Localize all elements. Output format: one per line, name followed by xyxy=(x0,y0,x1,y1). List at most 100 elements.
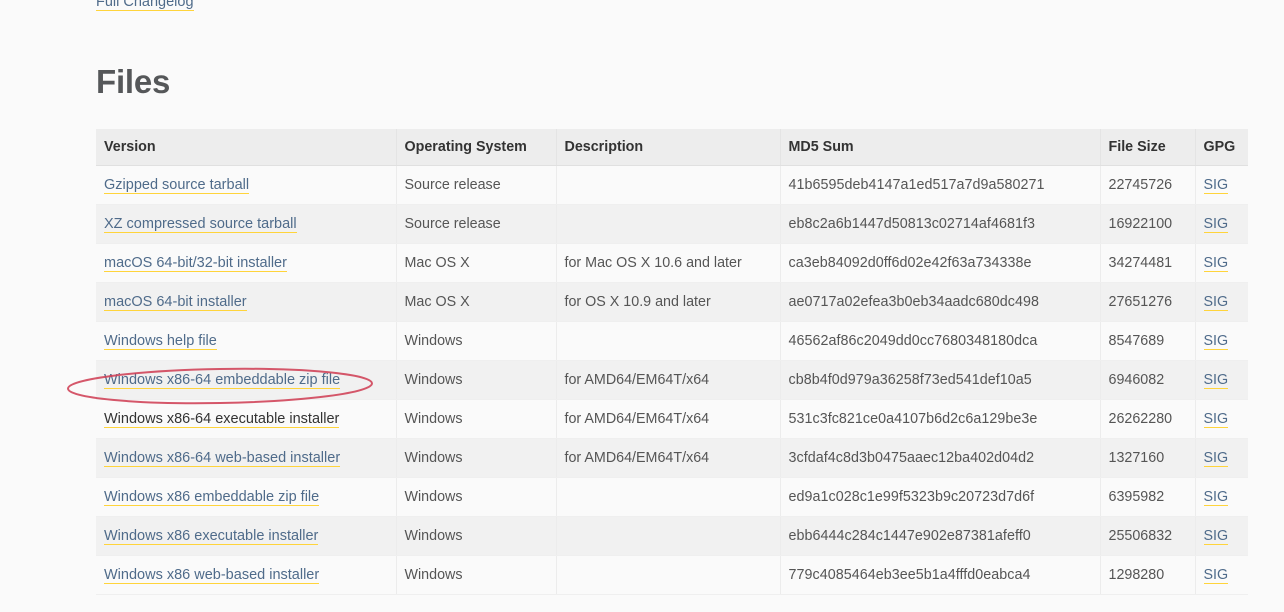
version-download-link[interactable]: macOS 64-bit/32-bit installer xyxy=(104,255,287,272)
cell-description xyxy=(556,555,781,595)
cell-description: for OS X 10.9 and later xyxy=(556,282,781,322)
column-header-operating-system: Operating System xyxy=(396,129,557,166)
cell-description: for AMD64/EM64T/x64 xyxy=(556,360,781,400)
cell-md5-sum: 3cfdaf4c8d3b0475aaec12ba402d04d2 xyxy=(780,438,1101,478)
cell-version: Gzipped source tarball xyxy=(96,165,397,205)
cell-version: Windows x86 embeddable zip file xyxy=(96,477,397,517)
table-row: macOS 64-bit/32-bit installer Mac OS Xfor… xyxy=(96,243,1248,283)
cell-gpg: SIG xyxy=(1195,204,1248,244)
gpg-sig-link[interactable]: SIG xyxy=(1203,528,1229,545)
gpg-sig-link[interactable]: SIG xyxy=(1203,216,1229,233)
version-download-link[interactable]: Windows help file xyxy=(104,333,217,350)
cell-md5-sum: ebb6444c284c1447e902e87381afeff0 xyxy=(780,516,1101,556)
cell-gpg: SIG xyxy=(1195,282,1248,322)
cell-md5-sum: 779c4085464eb3ee5b1a4fffd0eabca4 xyxy=(780,555,1101,595)
version-download-link[interactable]: Windows x86-64 web-based installer xyxy=(104,450,341,467)
version-download-link[interactable]: XZ compressed source tarball xyxy=(104,216,297,233)
table-header-row: Version Operating System Description MD5… xyxy=(96,129,1248,166)
cell-description: for AMD64/EM64T/x64 xyxy=(556,399,781,439)
cell-operating-system: Windows xyxy=(396,516,557,556)
cell-version: macOS 64-bit installer xyxy=(96,282,397,322)
cell-version: Windows x86-64 embeddable zip file xyxy=(96,360,397,400)
column-header-description: Description xyxy=(556,129,781,166)
table-row: Windows x86-64 executable installer Windo… xyxy=(96,399,1248,439)
cell-file-size: 1327160 xyxy=(1100,438,1196,478)
cell-gpg: SIG xyxy=(1195,243,1248,283)
cell-md5-sum: eb8c2a6b1447d50813c02714af4681f3 xyxy=(780,204,1101,244)
cell-md5-sum: ed9a1c028c1e99f5323b9c20723d7d6f xyxy=(780,477,1101,517)
gpg-sig-link[interactable]: SIG xyxy=(1203,255,1229,272)
cell-version: Windows help file xyxy=(96,321,397,361)
cell-version: Windows x86-64 web-based installer xyxy=(96,438,397,478)
cell-version: Windows x86 web-based installer xyxy=(96,555,397,595)
gpg-sig-link[interactable]: SIG xyxy=(1203,567,1229,584)
table-row: Windows x86 embeddable zip file Windows ed… xyxy=(96,477,1248,517)
cell-description xyxy=(556,204,781,244)
version-download-link[interactable]: Windows x86 embeddable zip file xyxy=(104,489,320,506)
full-changelog-link[interactable]: Full Changelog xyxy=(96,0,194,11)
gpg-sig-link[interactable]: SIG xyxy=(1203,489,1229,506)
page-title: Files xyxy=(96,63,171,100)
page-root: Full Changelog Files Version Operating S… xyxy=(0,0,1284,612)
cell-operating-system: Windows xyxy=(396,477,557,517)
table-row: Windows x86 executable installer Windows e… xyxy=(96,516,1248,556)
cell-version: macOS 64-bit/32-bit installer xyxy=(96,243,397,283)
files-table: Version Operating System Description MD5… xyxy=(96,129,1248,595)
cell-gpg: SIG xyxy=(1195,165,1248,205)
cell-operating-system: Windows xyxy=(396,399,557,439)
version-download-link[interactable]: Windows x86-64 embeddable zip file xyxy=(104,372,341,389)
cell-file-size: 22745726 xyxy=(1100,165,1196,205)
cell-file-size: 34274481 xyxy=(1100,243,1196,283)
cell-version: XZ compressed source tarball xyxy=(96,204,397,244)
files-table-header: Version Operating System Description MD5… xyxy=(96,129,1248,166)
column-header-version: Version xyxy=(96,129,397,166)
cell-file-size: 25506832 xyxy=(1100,516,1196,556)
cell-file-size: 6946082 xyxy=(1100,360,1196,400)
gpg-sig-link[interactable]: SIG xyxy=(1203,450,1229,467)
cell-operating-system: Windows xyxy=(396,555,557,595)
cell-description: for AMD64/EM64T/x64 xyxy=(556,438,781,478)
table-row: XZ compressed source tarball Source relea… xyxy=(96,204,1248,244)
changelog-link-container: Full Changelog xyxy=(96,0,194,14)
cell-file-size: 27651276 xyxy=(1100,282,1196,322)
version-download-link[interactable]: macOS 64-bit installer xyxy=(104,294,247,311)
cell-file-size: 8547689 xyxy=(1100,321,1196,361)
cell-description: for Mac OS X 10.6 and later xyxy=(556,243,781,283)
cell-md5-sum: 531c3fc821ce0a4107b6d2c6a129be3e xyxy=(780,399,1101,439)
cell-file-size: 1298280 xyxy=(1100,555,1196,595)
cell-description xyxy=(556,477,781,517)
cell-md5-sum: 46562af86c2049dd0cc7680348180dca xyxy=(780,321,1101,361)
version-download-link[interactable]: Windows x86 executable installer xyxy=(104,528,319,545)
table-row: Gzipped source tarball Source release 41b6… xyxy=(96,165,1248,205)
files-table-container: Version Operating System Description MD5… xyxy=(96,129,1248,595)
cell-file-size: 16922100 xyxy=(1100,204,1196,244)
files-table-body: Gzipped source tarball Source release 41b6… xyxy=(96,165,1248,595)
gpg-sig-link[interactable]: SIG xyxy=(1203,177,1229,194)
gpg-sig-link[interactable]: SIG xyxy=(1203,411,1229,428)
cell-operating-system: Mac OS X xyxy=(396,282,557,322)
cell-operating-system: Windows xyxy=(396,321,557,361)
cell-gpg: SIG xyxy=(1195,477,1248,517)
version-download-link[interactable]: Windows x86 web-based installer xyxy=(104,567,320,584)
cell-description xyxy=(556,516,781,556)
cell-gpg: SIG xyxy=(1195,360,1248,400)
column-header-file-size: File Size xyxy=(1100,129,1196,166)
gpg-sig-link[interactable]: SIG xyxy=(1203,372,1229,389)
cell-operating-system: Mac OS X xyxy=(396,243,557,283)
cell-md5-sum: cb8b4f0d979a36258f73ed541def10a5 xyxy=(780,360,1101,400)
cell-operating-system: Source release xyxy=(396,204,557,244)
cell-operating-system: Source release xyxy=(396,165,557,205)
cell-description xyxy=(556,321,781,361)
cell-file-size: 6395982 xyxy=(1100,477,1196,517)
gpg-sig-link[interactable]: SIG xyxy=(1203,294,1229,311)
cell-version: Windows x86 executable installer xyxy=(96,516,397,556)
version-download-link[interactable]: Gzipped source tarball xyxy=(104,177,250,194)
cell-version: Windows x86-64 executable installer xyxy=(96,399,397,439)
table-row: Windows x86 web-based installer Windows 77… xyxy=(96,555,1248,595)
version-download-link[interactable]: Windows x86-64 executable installer xyxy=(104,411,340,428)
cell-md5-sum: ca3eb84092d0ff6d02e42f63a734338e xyxy=(780,243,1101,283)
cell-description xyxy=(556,165,781,205)
gpg-sig-link[interactable]: SIG xyxy=(1203,333,1229,350)
cell-gpg: SIG xyxy=(1195,516,1248,556)
table-row: macOS 64-bit installer Mac OS Xfor OS X 1… xyxy=(96,282,1248,322)
